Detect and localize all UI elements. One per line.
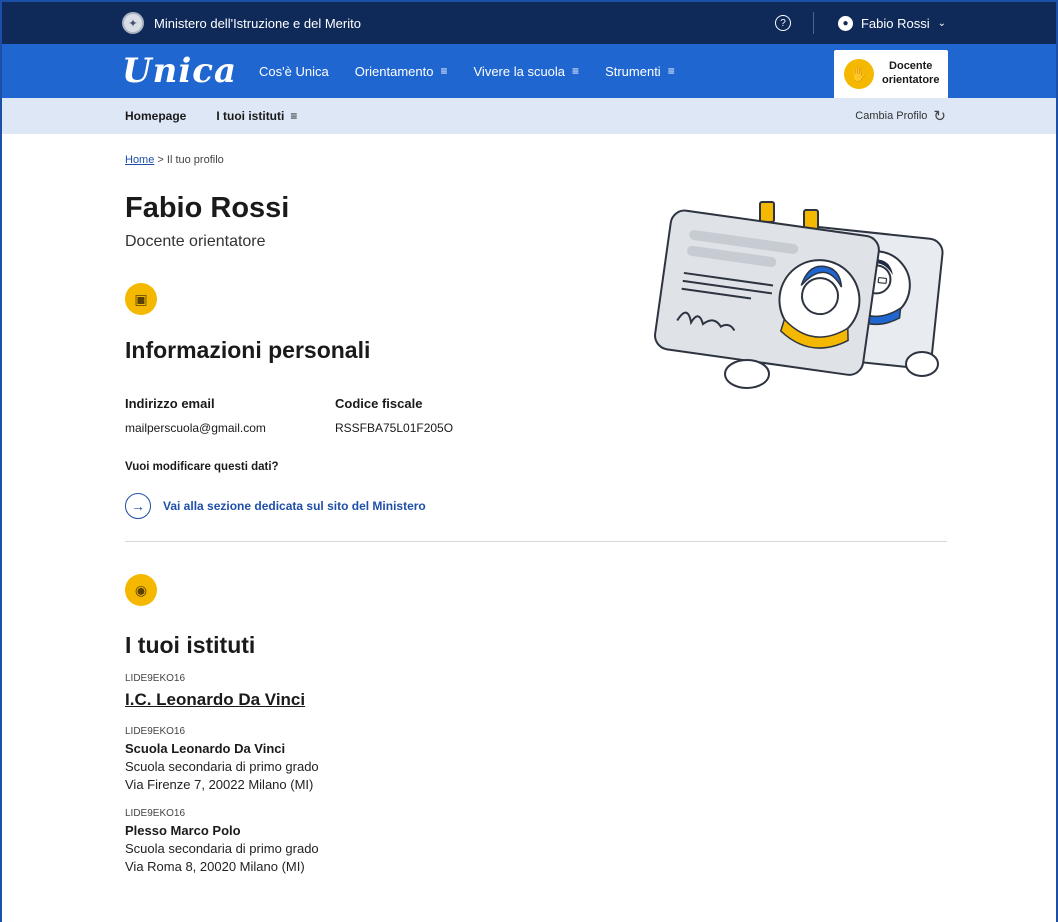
subnav-istituti[interactable]: I tuoi istituti ≡: [216, 109, 297, 123]
profile-line2: orientatore: [882, 74, 940, 86]
nav-orientamento[interactable]: Orientamento ≡: [355, 64, 448, 79]
profile-tab-label: Docente orientatore: [882, 60, 939, 88]
profile-line1: Docente: [889, 60, 933, 73]
menu-icon: ≡: [572, 64, 580, 78]
user-circle-icon: ●: [837, 15, 853, 31]
subnav-homepage[interactable]: Homepage: [125, 109, 186, 123]
arrow-right-icon[interactable]: →: [125, 493, 151, 519]
chevron-down-icon: ⌄: [937, 17, 946, 29]
personal-fields: Indirizzo email mailperscuola@gmail.com …: [125, 396, 1056, 435]
school-address: Via Firenze 7, 20022 Milano (MI): [125, 777, 314, 792]
breadcrumb: Home > Il tuo profilo: [125, 154, 1056, 166]
codice-fiscale-label: Codice fiscale: [335, 396, 423, 411]
breadcrumb-separator: >: [157, 154, 164, 166]
badge-hand-icon: ✋: [844, 59, 874, 89]
top-bar: ✦ Ministero dell'Istruzione e del Merito…: [2, 2, 1056, 44]
school-type: Scuola secondaria di primo grado: [125, 759, 319, 774]
school-name: Scuola Leonardo Da Vinci: [125, 741, 286, 756]
school-code: LIDE9EKO16: [125, 808, 186, 819]
email-field: Indirizzo email mailperscuola@gmail.com: [125, 396, 335, 435]
menu-icon: ≡: [667, 64, 675, 78]
nav-strumenti[interactable]: Strumenti ≡: [605, 64, 675, 79]
profile-tab[interactable]: ✋ Docente orientatore: [834, 50, 948, 98]
help-circle-icon[interactable]: ?: [774, 15, 791, 31]
school-address: Via Roma 8, 20020 Milano (MI): [125, 859, 305, 874]
institute-name-link[interactable]: I.C. Leonardo Da Vinci: [125, 690, 1056, 710]
unica-logo[interactable]: Unica: [122, 54, 237, 88]
cambia-profilo-label: Cambia Profilo: [855, 110, 928, 122]
user-menu[interactable]: ● Fabio Rossi ⌄: [837, 15, 946, 31]
cambia-profilo-button[interactable]: Cambia Profilo ↻: [855, 107, 946, 125]
ministry-link-label[interactable]: Vai alla sezione dedicata sul sito del M…: [163, 499, 426, 513]
ministry-link[interactable]: → Vai alla sezione dedicata sul sito del…: [125, 493, 1056, 519]
school-name: Plesso Marco Polo: [125, 823, 241, 838]
breadcrumb-home[interactable]: Home: [125, 154, 154, 166]
institutes-title: I tuoi istituti: [125, 632, 256, 658]
section-divider: [125, 541, 947, 542]
menu-icon: ≡: [290, 109, 298, 123]
app-frame: ✦ Ministero dell'Istruzione e del Merito…: [0, 0, 1058, 922]
email-value: mailperscuola@gmail.com: [125, 421, 266, 435]
nav-label: Strumenti: [605, 63, 661, 79]
nav-label: Vivere la scuola: [473, 63, 566, 79]
main-nav: Unica Cos'è Unica Orientamento ≡ Vivere …: [2, 44, 1056, 98]
school-code: LIDE9EKO16: [125, 726, 186, 737]
subnav-istituti-label: I tuoi istituti: [216, 109, 285, 123]
nav-label: Cos'è Unica: [259, 63, 329, 79]
email-label: Indirizzo email: [125, 396, 215, 411]
republic-emblem-icon: ✦: [122, 12, 144, 34]
codice-fiscale-field: Codice fiscale RSSFBA75L01F205O: [335, 396, 545, 435]
front-id-card: [654, 209, 880, 376]
breadcrumb-current: Il tuo profilo: [166, 154, 224, 166]
menu-icon: ≡: [440, 64, 448, 78]
id-badges-illustration: [654, 201, 944, 389]
id-card-icon: ▣: [125, 283, 157, 315]
school-type: Scuola secondaria di primo grado: [125, 841, 319, 856]
nav-cose-unica[interactable]: Cos'è Unica: [259, 64, 329, 79]
school-location-icon: ◉: [125, 574, 157, 606]
nav-vivere-la-scuola[interactable]: Vivere la scuola ≡: [474, 64, 580, 79]
switch-profile-icon: ↻: [933, 108, 946, 125]
sub-nav: Homepage I tuoi istituti ≡ Cambia Profil…: [2, 98, 1056, 134]
institute-code: LIDE9EKO16: [125, 673, 186, 684]
topbar-separator: [812, 12, 814, 34]
codice-fiscale-value: RSSFBA75L01F205O: [335, 421, 454, 435]
nav-label: Orientamento: [354, 63, 434, 79]
ministry-name[interactable]: Ministero dell'Istruzione e del Merito: [154, 16, 775, 31]
modify-question: Vuoi modificare questi dati?: [125, 461, 279, 473]
user-name: Fabio Rossi: [860, 15, 930, 31]
